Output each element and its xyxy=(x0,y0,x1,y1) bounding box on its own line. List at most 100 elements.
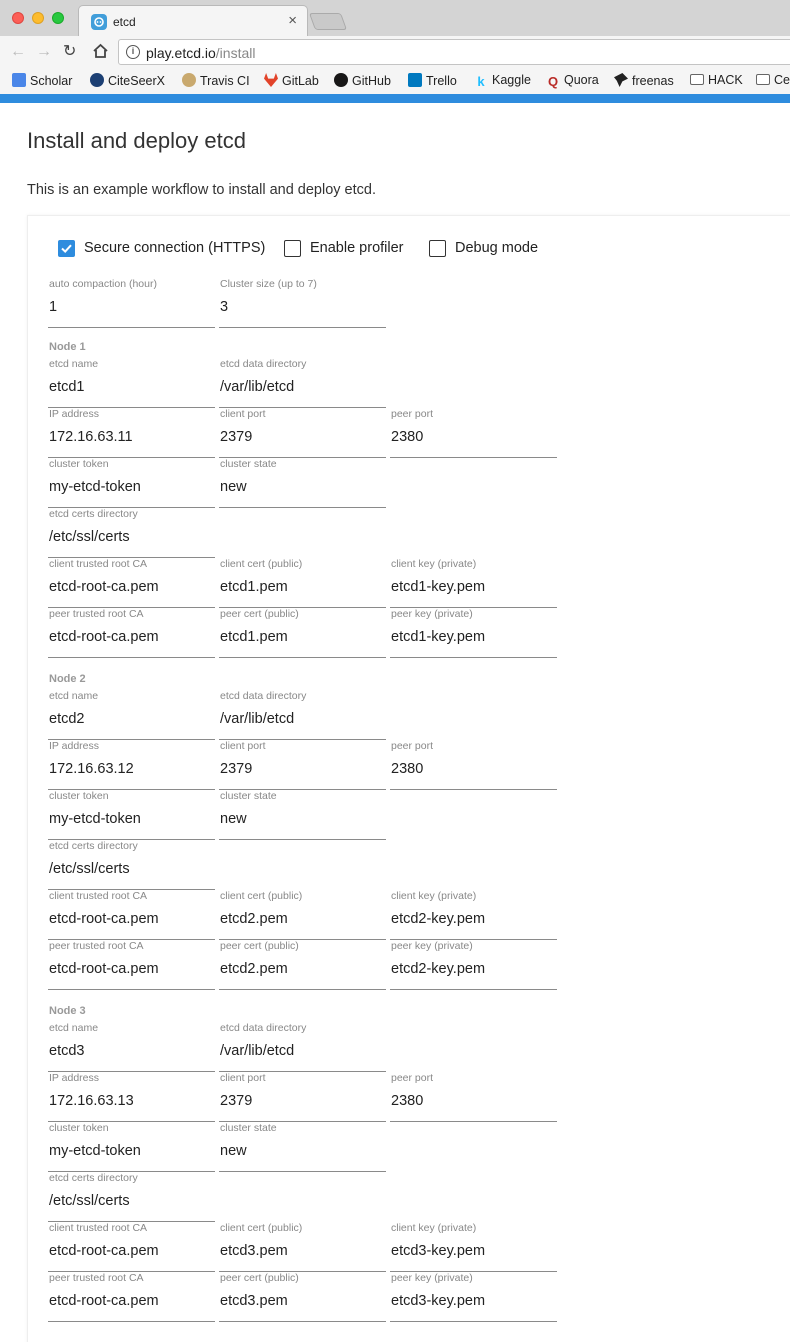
node-2-peer-key-field[interactable]: peer key (private) etcd2-key.pem xyxy=(390,940,557,990)
checkbox-unchecked-icon[interactable] xyxy=(284,240,301,257)
bookmark-freenas[interactable]: freenas xyxy=(614,73,674,88)
tab-close-icon[interactable]: × xyxy=(288,12,297,30)
node-3-token-field[interactable]: cluster token my-etcd-token xyxy=(48,1122,215,1172)
field-value[interactable]: /etc/ssl/certs xyxy=(49,861,130,877)
url-text[interactable]: play.etcd.io/install xyxy=(146,45,255,61)
node-3-client-ca-field[interactable]: client trusted root CA etcd-root-ca.pem xyxy=(48,1222,215,1272)
node-3-state-field[interactable]: cluster state new xyxy=(219,1122,386,1172)
field-value[interactable]: etcd1 xyxy=(49,379,84,395)
checkbox-unchecked-icon[interactable] xyxy=(429,240,446,257)
cluster-size-field[interactable]: Cluster size (up to 7) 3 xyxy=(219,278,386,328)
field-value[interactable]: new xyxy=(220,811,247,827)
bookmark-scholar[interactable]: Scholar xyxy=(12,73,72,88)
field-value[interactable]: etcd3.pem xyxy=(220,1293,288,1309)
back-arrow-icon[interactable]: ← xyxy=(10,43,26,61)
forward-arrow-icon[interactable]: → xyxy=(36,43,52,61)
node-3-client-cert-field[interactable]: client cert (public) etcd3.pem xyxy=(219,1222,386,1272)
field-value[interactable]: etcd1-key.pem xyxy=(391,579,485,595)
node-2-data-dir-field[interactable]: etcd data directory/var/lib/etcd xyxy=(219,690,386,740)
node-2-peer-port-field[interactable]: peer port 2380 xyxy=(390,740,557,790)
bookmark-citeseerx[interactable]: CiteSeerX xyxy=(90,73,165,88)
auto-compaction-field[interactable]: auto compaction (hour) 1 xyxy=(48,278,215,328)
field-value[interactable]: 2379 xyxy=(220,429,252,445)
node-1-peer-key-field[interactable]: peer key (private) etcd1-key.pem xyxy=(390,608,557,658)
home-icon[interactable] xyxy=(92,43,109,64)
node-2-state-field[interactable]: cluster state new xyxy=(219,790,386,840)
field-value[interactable]: new xyxy=(220,1143,247,1159)
bookmark-travis-ci[interactable]: Travis CI xyxy=(182,73,250,88)
node-1-peer-port-field[interactable]: peer port 2380 xyxy=(390,408,557,458)
node-1-ip-field[interactable]: IP address 172.16.63.11 xyxy=(48,408,215,458)
checkbox-checked-icon[interactable] xyxy=(58,240,75,257)
node-1-client-port-field[interactable]: client port 2379 xyxy=(219,408,386,458)
field-value[interactable]: 172.16.63.11 xyxy=(49,429,133,445)
field-value[interactable]: etcd-root-ca.pem xyxy=(49,1293,159,1309)
node-2-token-field[interactable]: cluster token my-etcd-token xyxy=(48,790,215,840)
field-value[interactable]: 1 xyxy=(49,299,57,315)
node-1-client-cert-field[interactable]: client cert (public) etcd1.pem xyxy=(219,558,386,608)
field-value[interactable]: new xyxy=(220,479,247,495)
browser-tab-etcd[interactable]: etcd × xyxy=(78,5,308,36)
field-value[interactable]: etcd2.pem xyxy=(220,911,288,927)
address-bar[interactable]: i play.etcd.io/install xyxy=(118,39,790,65)
node-1-state-field[interactable]: cluster state new xyxy=(219,458,386,508)
field-value[interactable]: etcd1.pem xyxy=(220,579,288,595)
field-value[interactable]: etcd1.pem xyxy=(220,629,288,645)
field-value[interactable]: 172.16.63.12 xyxy=(49,761,134,777)
bookmark-ce[interactable]: Ce xyxy=(756,73,790,87)
field-value[interactable]: 2379 xyxy=(220,1093,252,1109)
field-value[interactable]: etcd3 xyxy=(49,1043,84,1059)
node-1-client-ca-field[interactable]: client trusted root CA etcd-root-ca.pem xyxy=(48,558,215,608)
node-2-client-cert-field[interactable]: client cert (public) etcd2.pem xyxy=(219,890,386,940)
field-value[interactable]: /etc/ssl/certs xyxy=(49,529,130,545)
node-2-ip-field[interactable]: IP address 172.16.63.12 xyxy=(48,740,215,790)
node-1-peer-ca-field[interactable]: peer trusted root CA etcd-root-ca.pem xyxy=(48,608,215,658)
field-value[interactable]: /var/lib/etcd xyxy=(220,379,294,395)
field-value[interactable]: my-etcd-token xyxy=(49,479,141,495)
field-value[interactable]: etcd-root-ca.pem xyxy=(49,911,159,927)
field-value[interactable]: 2380 xyxy=(391,761,423,777)
bookmark-quora[interactable]: Q Quora xyxy=(546,73,599,89)
close-window-button[interactable] xyxy=(12,12,24,24)
field-value[interactable]: /var/lib/etcd xyxy=(220,1043,294,1059)
field-value[interactable]: etcd-root-ca.pem xyxy=(49,629,159,645)
field-value[interactable]: etcd3.pem xyxy=(220,1243,288,1259)
field-value[interactable]: etcd-root-ca.pem xyxy=(49,579,159,595)
node-2-peer-ca-field[interactable]: peer trusted root CA etcd-root-ca.pem xyxy=(48,940,215,990)
node-2-client-port-field[interactable]: client port 2379 xyxy=(219,740,386,790)
field-value[interactable]: 2380 xyxy=(391,429,423,445)
node-3-data-dir-field[interactable]: etcd data directory/var/lib/etcd xyxy=(219,1022,386,1072)
bookmark-github[interactable]: GitHub xyxy=(334,73,391,88)
field-value[interactable]: 172.16.63.13 xyxy=(49,1093,134,1109)
node-1-token-field[interactable]: cluster token my-etcd-token xyxy=(48,458,215,508)
field-value[interactable]: etcd2-key.pem xyxy=(391,961,485,977)
field-value[interactable]: my-etcd-token xyxy=(49,811,141,827)
node-1-client-key-field[interactable]: client key (private) etcd1-key.pem xyxy=(390,558,557,608)
node-2-name-field[interactable]: etcd name etcd2 xyxy=(48,690,215,740)
node-3-peer-port-field[interactable]: peer port 2380 xyxy=(390,1072,557,1122)
node-2-certs-dir-field[interactable]: etcd certs directory/etc/ssl/certs xyxy=(48,840,215,890)
node-3-client-key-field[interactable]: client key (private) etcd3-key.pem xyxy=(390,1222,557,1272)
bookmark-kaggle[interactable]: k Kaggle xyxy=(474,73,531,89)
node-2-client-ca-field[interactable]: client trusted root CA etcd-root-ca.pem xyxy=(48,890,215,940)
field-value[interactable]: my-etcd-token xyxy=(49,1143,141,1159)
node-3-certs-dir-field[interactable]: etcd certs directory/etc/ssl/certs xyxy=(48,1172,215,1222)
field-value[interactable]: etcd-root-ca.pem xyxy=(49,1243,159,1259)
reload-icon[interactable]: ↻ xyxy=(63,43,76,61)
maximize-window-button[interactable] xyxy=(52,12,64,24)
field-value[interactable]: 3 xyxy=(220,299,228,315)
node-2-peer-cert-field[interactable]: peer cert (public) etcd2.pem xyxy=(219,940,386,990)
field-value[interactable]: /var/lib/etcd xyxy=(220,711,294,727)
node-1-peer-cert-field[interactable]: peer cert (public) etcd1.pem xyxy=(219,608,386,658)
info-icon[interactable]: i xyxy=(126,45,140,59)
node-3-peer-ca-field[interactable]: peer trusted root CA etcd-root-ca.pem xyxy=(48,1272,215,1322)
node-1-name-field[interactable]: etcd name etcd1 xyxy=(48,358,215,408)
field-value[interactable]: etcd2 xyxy=(49,711,84,727)
field-value[interactable]: etcd2.pem xyxy=(220,961,288,977)
field-value[interactable]: etcd2-key.pem xyxy=(391,911,485,927)
node-2-client-key-field[interactable]: client key (private) etcd2-key.pem xyxy=(390,890,557,940)
node-3-ip-field[interactable]: IP address 172.16.63.13 xyxy=(48,1072,215,1122)
field-value[interactable]: etcd-root-ca.pem xyxy=(49,961,159,977)
node-3-peer-cert-field[interactable]: peer cert (public) etcd3.pem xyxy=(219,1272,386,1322)
field-value[interactable]: 2379 xyxy=(220,761,252,777)
